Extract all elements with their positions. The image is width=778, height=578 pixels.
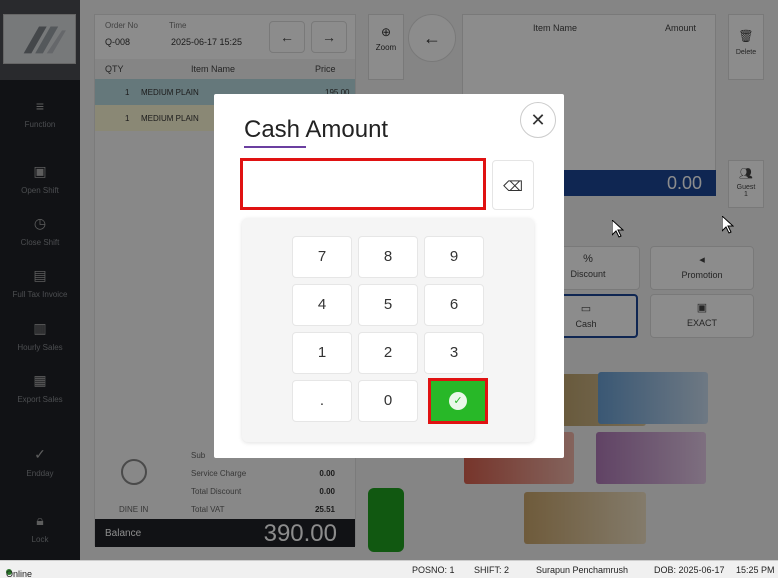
key-8[interactable]: 8	[358, 236, 418, 278]
user-name: Surapun Penchamrush	[536, 565, 629, 575]
backspace-icon: ⌫	[503, 178, 523, 194]
cash-amount-dialog: Cash Amount ✕ ⌫ 7 8 9 4 5 6 1 2 3 . 0 ✓	[214, 94, 564, 458]
key-3[interactable]: 3	[424, 332, 484, 374]
shift: SHIFT: 2	[474, 565, 510, 575]
key-4[interactable]: 4	[292, 284, 352, 326]
key-2[interactable]: 2	[358, 332, 418, 374]
key-5[interactable]: 5	[358, 284, 418, 326]
mouse-cursor-icon	[722, 216, 734, 234]
numeric-keypad: 7 8 9 4 5 6 1 2 3 . 0 ✓	[242, 218, 534, 442]
status-bar: Online POSNO: 1 SHIFT: 2 Surapun Pencham…	[0, 560, 778, 578]
dialog-title: Cash Amount	[244, 116, 389, 143]
key-9[interactable]: 9	[424, 236, 484, 278]
close-button[interactable]: ✕	[520, 102, 556, 138]
backspace-button[interactable]: ⌫	[492, 160, 534, 210]
posno: POSNO: 1	[412, 565, 455, 575]
cash-amount-input[interactable]	[240, 158, 486, 210]
key-1[interactable]: 1	[292, 332, 352, 374]
confirm-button[interactable]: ✓	[428, 378, 488, 424]
key-7[interactable]: 7	[292, 236, 352, 278]
key-decimal[interactable]: .	[292, 380, 352, 422]
title-underline	[244, 146, 306, 148]
check-icon: ✓	[449, 391, 467, 410]
mouse-cursor-icon	[612, 220, 624, 238]
key-6[interactable]: 6	[424, 284, 484, 326]
close-icon: ✕	[530, 110, 546, 130]
dob: DOB: 2025-06-17	[654, 565, 725, 575]
key-0[interactable]: 0	[358, 380, 418, 422]
clock-time: 15:25 PM	[736, 565, 775, 575]
online-label: Online	[6, 569, 33, 578]
